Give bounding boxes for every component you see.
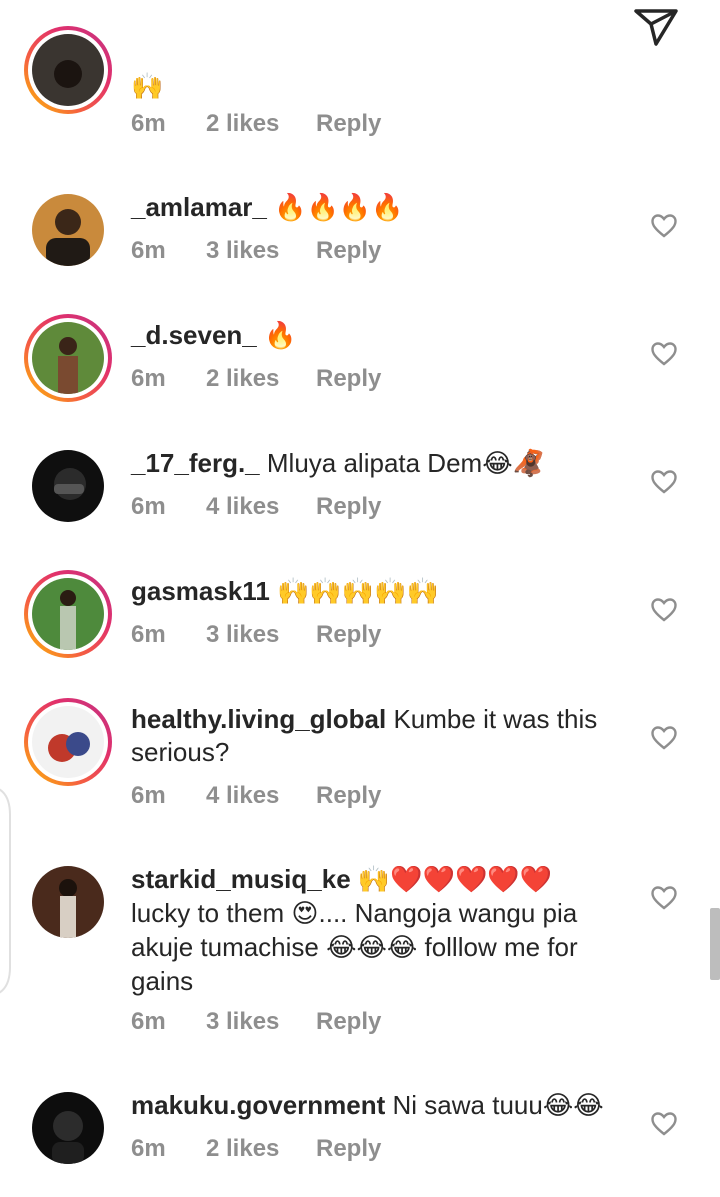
comment-time: 6m	[131, 1135, 166, 1162]
comment-emoji: 🔥🔥🔥🔥	[274, 193, 404, 223]
avatar[interactable]	[32, 866, 104, 938]
comment-time: 6m	[131, 365, 166, 392]
reply-button[interactable]: Reply	[316, 621, 381, 649]
like-button[interactable]	[651, 1112, 677, 1136]
comment-time: 6m	[131, 782, 166, 809]
reply-button[interactable]: Reply	[316, 782, 381, 810]
comment-time: 6m	[131, 621, 166, 648]
avatar[interactable]	[24, 26, 112, 114]
reply-button[interactable]: Reply	[316, 1135, 381, 1163]
avatar[interactable]	[32, 450, 104, 522]
reply-button[interactable]: Reply	[316, 237, 381, 265]
comment-text: lucky to them	[131, 898, 292, 928]
heart-outline-icon	[651, 342, 677, 366]
heart-outline-icon	[651, 1112, 677, 1136]
likes-button[interactable]: 4 likes	[206, 493, 316, 521]
likes-button[interactable]: 2 likes	[206, 1135, 316, 1163]
comment-time: 6m	[131, 1008, 166, 1035]
avatar[interactable]	[32, 1092, 104, 1164]
likes-button[interactable]: 2 likes	[206, 110, 316, 138]
comment-username[interactable]: healthy.living_global	[131, 704, 386, 734]
side-panel-edge[interactable]	[0, 785, 14, 997]
comment-meta: 6m 2 likes Reply	[131, 110, 381, 138]
like-button[interactable]	[651, 470, 677, 494]
comment-emoji: 🙌🙌🙌🙌🙌	[277, 577, 439, 607]
comment-meta: 6m 3 likes Reply	[131, 621, 381, 649]
send-icon	[634, 9, 678, 46]
comment-emoji: 🙌	[131, 72, 164, 102]
comment-username[interactable]: gasmask11	[131, 576, 270, 606]
likes-button[interactable]: 3 likes	[206, 1008, 316, 1036]
comment-meta: 6m 4 likes Reply	[131, 493, 381, 521]
heart-outline-icon	[651, 470, 677, 494]
comment-text: Ni sawa tuuu	[392, 1090, 543, 1120]
comment-username[interactable]: _amlamar_	[131, 192, 267, 222]
like-button[interactable]	[651, 886, 677, 910]
comment-meta: 6m 3 likes Reply	[131, 237, 381, 265]
reply-button[interactable]: Reply	[316, 493, 381, 521]
comment-username[interactable]: starkid_musiq_ke	[131, 864, 351, 894]
comment-username[interactable]: _17_ferg._	[131, 448, 260, 478]
like-button[interactable]	[651, 726, 677, 750]
heart-outline-icon	[651, 214, 677, 238]
comment-meta: 6m 3 likes Reply	[131, 1008, 381, 1036]
like-button[interactable]	[651, 214, 677, 238]
like-button[interactable]	[651, 598, 677, 622]
comment-emoji: 🙌❤️❤️❤️❤️❤️	[357, 865, 553, 895]
comment-emoji: 😂😂	[542, 1091, 604, 1121]
like-button[interactable]	[651, 342, 677, 366]
comment-meta: 6m 2 likes Reply	[131, 1135, 381, 1163]
heart-outline-icon	[651, 726, 677, 750]
comment-meta: 6m 4 likes Reply	[131, 782, 381, 810]
comment-username[interactable]: makuku.government	[131, 1090, 385, 1120]
likes-button[interactable]: 2 likes	[206, 365, 316, 393]
likes-button[interactable]: 3 likes	[206, 621, 316, 649]
comment-emoji: 😂😂😂	[326, 933, 418, 963]
comment-text: Mluya alipata Dem	[266, 448, 483, 478]
comment-emoji: 😍	[291, 899, 319, 929]
comment-time: 6m	[131, 493, 166, 520]
reply-button[interactable]: Reply	[316, 1008, 381, 1036]
reply-button[interactable]: Reply	[316, 365, 381, 393]
comment-meta: 6m 2 likes Reply	[131, 365, 381, 393]
avatar[interactable]	[24, 314, 112, 402]
likes-button[interactable]: 4 likes	[206, 782, 316, 810]
comment-emoji: 🔥	[263, 321, 297, 351]
heart-outline-icon	[651, 598, 677, 622]
avatar[interactable]	[24, 698, 112, 786]
avatar[interactable]	[24, 570, 112, 658]
comment-time: 6m	[131, 110, 166, 137]
scrollbar[interactable]	[710, 908, 720, 980]
comment-emoji: 😂🦧	[482, 449, 545, 479]
comment-username[interactable]: _d.seven_	[131, 320, 257, 350]
send-button[interactable]	[632, 4, 680, 48]
reply-button[interactable]: Reply	[316, 110, 381, 138]
avatar[interactable]	[32, 194, 104, 266]
comment-time: 6m	[131, 237, 166, 264]
heart-outline-icon	[651, 886, 677, 910]
likes-button[interactable]: 3 likes	[206, 237, 316, 265]
